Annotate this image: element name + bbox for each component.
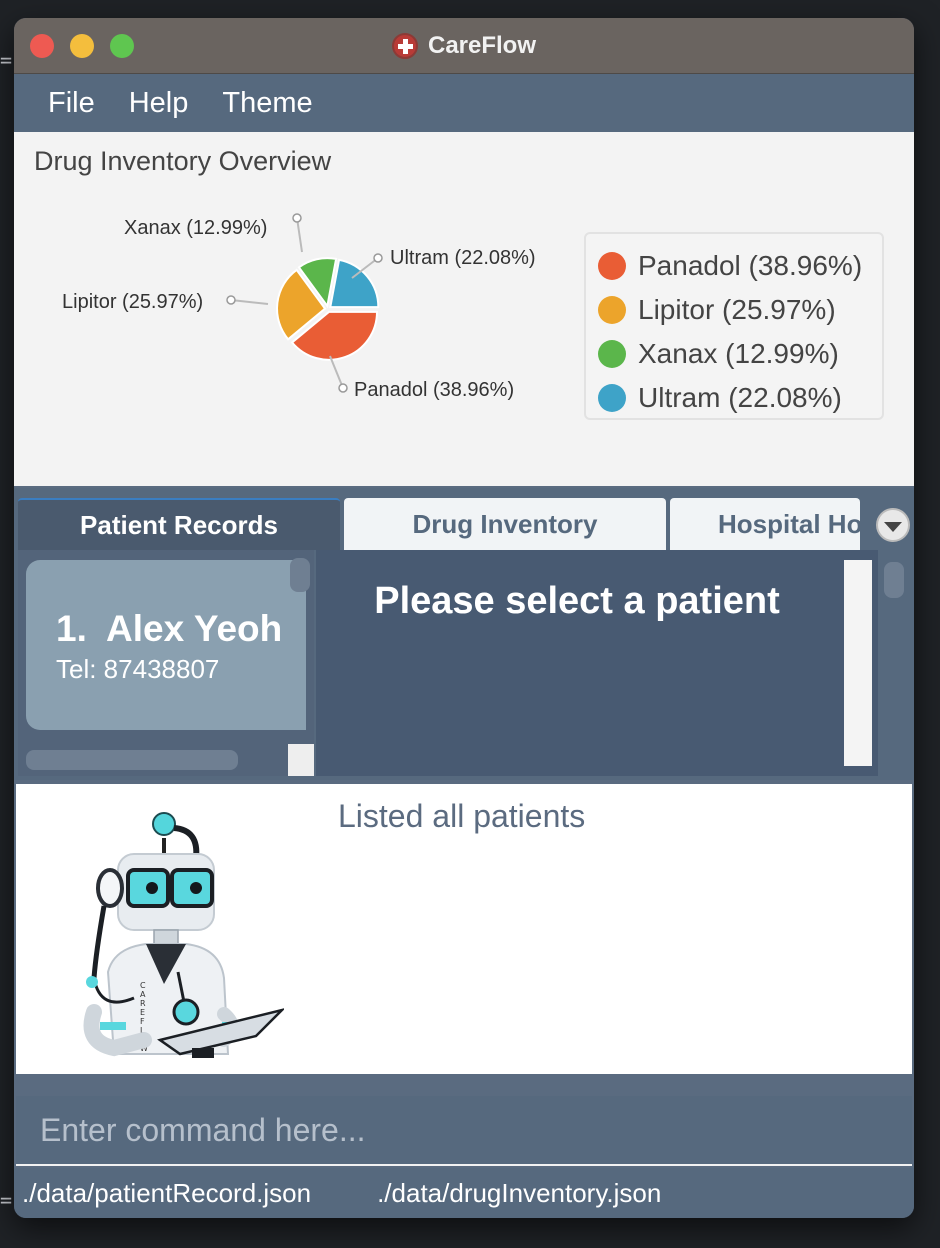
leader-line-xanax [296,217,303,253]
robot-doctor-mascot: CAREFLOW [83,812,284,1058]
leader-dot-ultram [373,253,383,263]
chart-legend: Panadol (38.96%) Lipitor (25.97%) Xanax … [584,232,884,420]
leader-line-panadol [329,355,344,389]
background-editor-fragment: = [0,48,13,72]
detail-vertical-scrollbar[interactable] [884,562,904,598]
slice-label-lipitor: Lipitor (25.97%) [62,291,203,313]
result-message: Listed all patients [338,798,586,834]
patient-data-file-path: ./data/patientRecord.json [22,1177,312,1208]
patient-list-horizontal-scrollbar[interactable] [26,750,238,770]
leader-line-lipitor [230,299,269,305]
slice-label-ultram: Ultram (22.08%) [390,247,536,269]
chevron-down-icon[interactable] [876,508,910,542]
legend-item-ultram: Ultram (22.08%) [598,376,870,420]
patient-name-line: 1. Alex Yeoh [56,608,282,650]
legend-item-panadol: Panadol (38.96%) [598,244,870,288]
legend-label-xanax: Xanax (12.99%) [638,338,839,369]
slice-label-panadol: Panadol (38.96%) [354,379,514,401]
tab-header: Patient Records Drug Inventory Hospital … [14,488,914,550]
careflow-window: CareFlow File Help Theme Drug Inventory … [14,18,914,1218]
leader-dot-lipitor [226,295,236,305]
legend-label-panadol: Panadol (38.96%) [638,250,863,281]
leader-dot-xanax [292,213,302,223]
title-bar[interactable]: CareFlow [14,18,914,74]
patient-name: Alex Yeoh [106,608,283,649]
window-title-text: CareFlow [427,31,537,59]
command-box [16,1096,912,1166]
menu-help[interactable]: Help [115,87,209,120]
detail-side-panel [844,560,872,766]
patient-list-vertical-scrollbar[interactable] [290,558,310,592]
legend-swatch-panadol [598,252,626,280]
scroll-corner [288,744,314,776]
legend-label-lipitor: Lipitor (25.97%) [638,294,836,325]
select-patient-prompt: Please select a patient [374,580,780,622]
result-display: Listed all patients CAREFLOW [16,784,912,1074]
tab-hospital[interactable]: Hospital Hours [670,498,860,550]
leader-dot-panadol [338,383,348,393]
legend-item-lipitor: Lipitor (25.97%) [598,288,870,332]
pie-slice-ultram [329,258,380,309]
tab-drug-inventory[interactable]: Drug Inventory [344,498,666,550]
tab-patient-records[interactable]: Patient Records [18,498,340,550]
menu-file[interactable]: File [34,87,115,120]
patient-list: 1. Alex Yeoh Tel: 87438807 [18,550,314,776]
patient-detail-pane: Please select a patient [316,550,878,776]
medical-cross-icon [391,32,418,59]
tab-pane: Patient Records Drug Inventory Hospital … [14,488,914,780]
tab-content-patient-records: 1. Alex Yeoh Tel: 87438807 Please select… [14,550,914,780]
status-bar: ./data/patientRecord.json ./data/drugInv… [14,1168,914,1218]
legend-swatch-ultram [598,384,626,412]
patient-index: 1. [56,608,87,649]
close-window-button[interactable] [30,34,54,58]
minimize-window-button[interactable] [70,34,94,58]
slice-label-xanax: Xanax (12.99%) [124,217,267,239]
drug-data-file-path: ./data/drugInventory.json [377,1177,662,1208]
patient-card[interactable]: 1. Alex Yeoh Tel: 87438807 [26,560,306,730]
menu-theme[interactable]: Theme [208,87,332,120]
legend-swatch-lipitor [598,296,626,324]
legend-swatch-xanax [598,340,626,368]
legend-item-xanax: Xanax (12.99%) [598,332,870,376]
maximize-window-button[interactable] [110,34,134,58]
background-editor-fragment: = [0,1188,13,1212]
window-title: CareFlow [391,31,537,60]
legend-label-ultram: Ultram (22.08%) [638,382,842,413]
pie-chart: Xanax (12.99%) Ultram (22.08%) Lipitor (… [62,213,536,401]
command-input[interactable] [16,1096,912,1164]
window-controls [30,34,134,58]
patient-phone: Tel: 87438807 [56,654,220,684]
drug-inventory-overview: Drug Inventory Overview Xanax (12.99%) U… [14,132,914,486]
menu-bar: File Help Theme [14,74,914,132]
